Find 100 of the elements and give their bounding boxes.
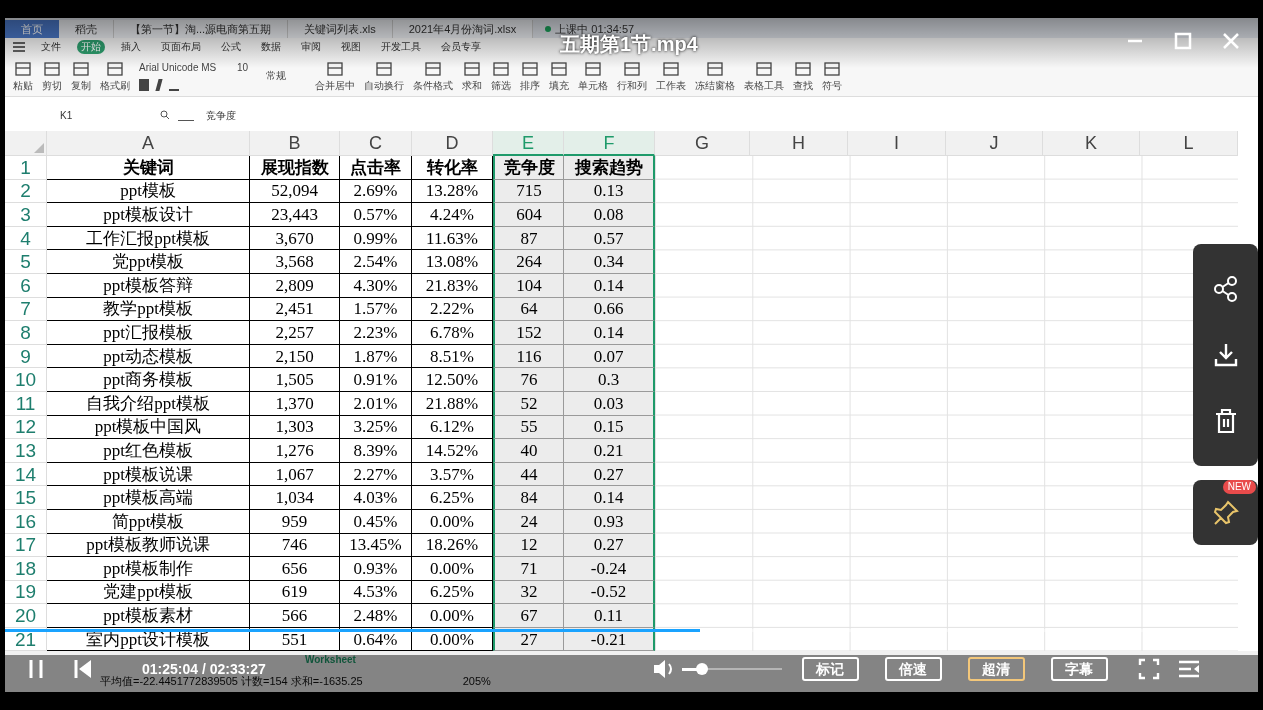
document-tab[interactable]: 【第一节】淘...源电商第五期 [114, 20, 289, 38]
zoom-level[interactable]: 205% [462, 672, 491, 689]
column-header[interactable]: L [1140, 131, 1238, 156]
row-number[interactable]: 9 [20, 346, 31, 366]
document-tab[interactable]: 稻壳 [59, 20, 114, 38]
row-number[interactable]: 21 [14, 629, 37, 649]
menu-tab[interactable]: 数据 [257, 39, 285, 54]
tool-icon[interactable] [623, 59, 641, 78]
tool-icon[interactable] [72, 59, 90, 78]
menu-tab[interactable]: 开发工具 [377, 39, 425, 54]
tool-label[interactable]: 表格工具 [744, 79, 784, 92]
row-number[interactable]: 14 [14, 464, 37, 484]
player-option-button[interactable]: 倍速 [884, 657, 942, 681]
row-number[interactable]: 4 [20, 228, 31, 248]
italic-icon[interactable] [155, 79, 163, 91]
tool-label[interactable]: 格式刷 [100, 79, 130, 92]
share-icon[interactable] [1211, 275, 1240, 303]
playlist-icon[interactable] [1177, 659, 1200, 679]
menu-tab[interactable]: 会员专享 [437, 39, 485, 54]
row-number[interactable]: 13 [14, 440, 37, 460]
row-number[interactable]: 10 [14, 370, 37, 390]
player-option-button[interactable]: 字幕 [1050, 657, 1108, 681]
tool-icon[interactable] [14, 59, 32, 78]
tool-icon[interactable] [550, 59, 568, 78]
row-number[interactable]: 19 [14, 582, 37, 602]
volume-slider[interactable] [681, 662, 782, 676]
tool-label[interactable]: 查找 [793, 79, 813, 92]
row-number[interactable]: 3 [20, 205, 31, 224]
menu-tab[interactable]: 审阅 [297, 39, 325, 54]
tool-icon[interactable] [326, 59, 344, 78]
fullscreen-icon[interactable] [1137, 658, 1160, 680]
row-number[interactable]: 5 [20, 252, 31, 272]
pause-icon[interactable] [28, 659, 44, 679]
player-option-button[interactable]: 标记 [801, 657, 859, 681]
menu-tab[interactable]: 视图 [337, 39, 365, 54]
row-number[interactable]: 15 [14, 488, 37, 508]
tool-label[interactable]: 自动换行 [364, 79, 404, 92]
tool-label[interactable]: 剪切 [42, 79, 62, 92]
column-header[interactable]: J [946, 131, 1043, 156]
tool-icon[interactable] [823, 59, 841, 78]
pin-panel[interactable] [1193, 480, 1258, 545]
row-number[interactable]: 18 [14, 558, 37, 578]
tool-label[interactable]: 复制 [71, 79, 91, 92]
menu-icon[interactable] [13, 41, 25, 52]
tool-icon[interactable] [106, 59, 124, 78]
column-header[interactable]: G [655, 131, 750, 156]
name-box[interactable]: K1 [5, 107, 130, 123]
column-header[interactable]: D [412, 131, 493, 156]
font-name-field[interactable]: Arial Unicode MS [139, 60, 229, 75]
column-header[interactable]: I [848, 131, 946, 156]
document-tab[interactable]: 2021年4月份淘词.xlsx [392, 20, 534, 38]
tool-label[interactable]: 条件格式 [413, 79, 453, 92]
tool-icon[interactable] [521, 59, 539, 78]
tool-label[interactable]: 冻结窗格 [695, 79, 735, 92]
zoom-icon[interactable] [160, 110, 170, 120]
tool-icon[interactable] [706, 59, 724, 78]
column-header[interactable]: B [250, 131, 340, 156]
tool-label[interactable]: 单元格 [578, 79, 608, 92]
tool-icon[interactable] [794, 59, 812, 78]
document-tab[interactable]: 关键词列表.xls [288, 20, 393, 38]
tool-label[interactable]: 工作表 [656, 79, 686, 92]
row-number[interactable]: 2 [20, 181, 31, 201]
row-number[interactable]: 1 [20, 157, 31, 177]
tool-label[interactable]: 符号 [822, 79, 842, 92]
tool-icon[interactable] [43, 59, 61, 78]
number-format-field[interactable]: 常规 [266, 68, 306, 83]
column-header[interactable]: K [1043, 131, 1140, 156]
tool-icon[interactable] [463, 59, 481, 78]
row-number[interactable]: 12 [14, 417, 37, 437]
menu-tab[interactable]: 插入 [117, 39, 145, 54]
row-number[interactable]: 7 [20, 299, 31, 319]
previous-icon[interactable] [74, 659, 92, 679]
menu-tab[interactable]: 页面布局 [157, 39, 205, 54]
tool-label[interactable]: 求和 [462, 79, 482, 92]
tool-icon[interactable] [375, 59, 393, 78]
tool-label[interactable]: 筛选 [491, 79, 511, 92]
column-header[interactable]: C [340, 131, 412, 156]
menu-tab[interactable]: 公式 [217, 39, 245, 54]
tool-label[interactable]: 排序 [520, 79, 540, 92]
row-number[interactable]: 17 [14, 535, 37, 555]
tool-icon[interactable] [492, 59, 510, 78]
row-number[interactable]: 16 [14, 511, 37, 531]
font-size-field[interactable]: 10 [237, 60, 257, 75]
player-option-button[interactable]: 超清 [967, 657, 1025, 681]
menu-tab[interactable]: 文件 [37, 39, 65, 54]
row-number[interactable]: 11 [15, 393, 36, 413]
tool-label[interactable]: 填充 [549, 79, 569, 92]
row-number[interactable]: 6 [20, 275, 31, 295]
tool-icon[interactable] [584, 59, 602, 78]
tool-label[interactable]: 合并居中 [315, 79, 355, 92]
tool-label[interactable]: 粘贴 [13, 79, 33, 92]
formula-field[interactable]: 竞争度 [206, 107, 236, 123]
document-tab[interactable]: 首页 [5, 20, 59, 38]
row-number[interactable]: 8 [20, 322, 31, 342]
tool-icon[interactable] [755, 59, 773, 78]
column-header[interactable]: A [47, 131, 250, 156]
tool-label[interactable]: 行和列 [617, 79, 647, 92]
column-header[interactable]: H [750, 131, 848, 156]
tool-icon[interactable] [424, 59, 442, 78]
pin-icon[interactable] [1211, 498, 1240, 527]
